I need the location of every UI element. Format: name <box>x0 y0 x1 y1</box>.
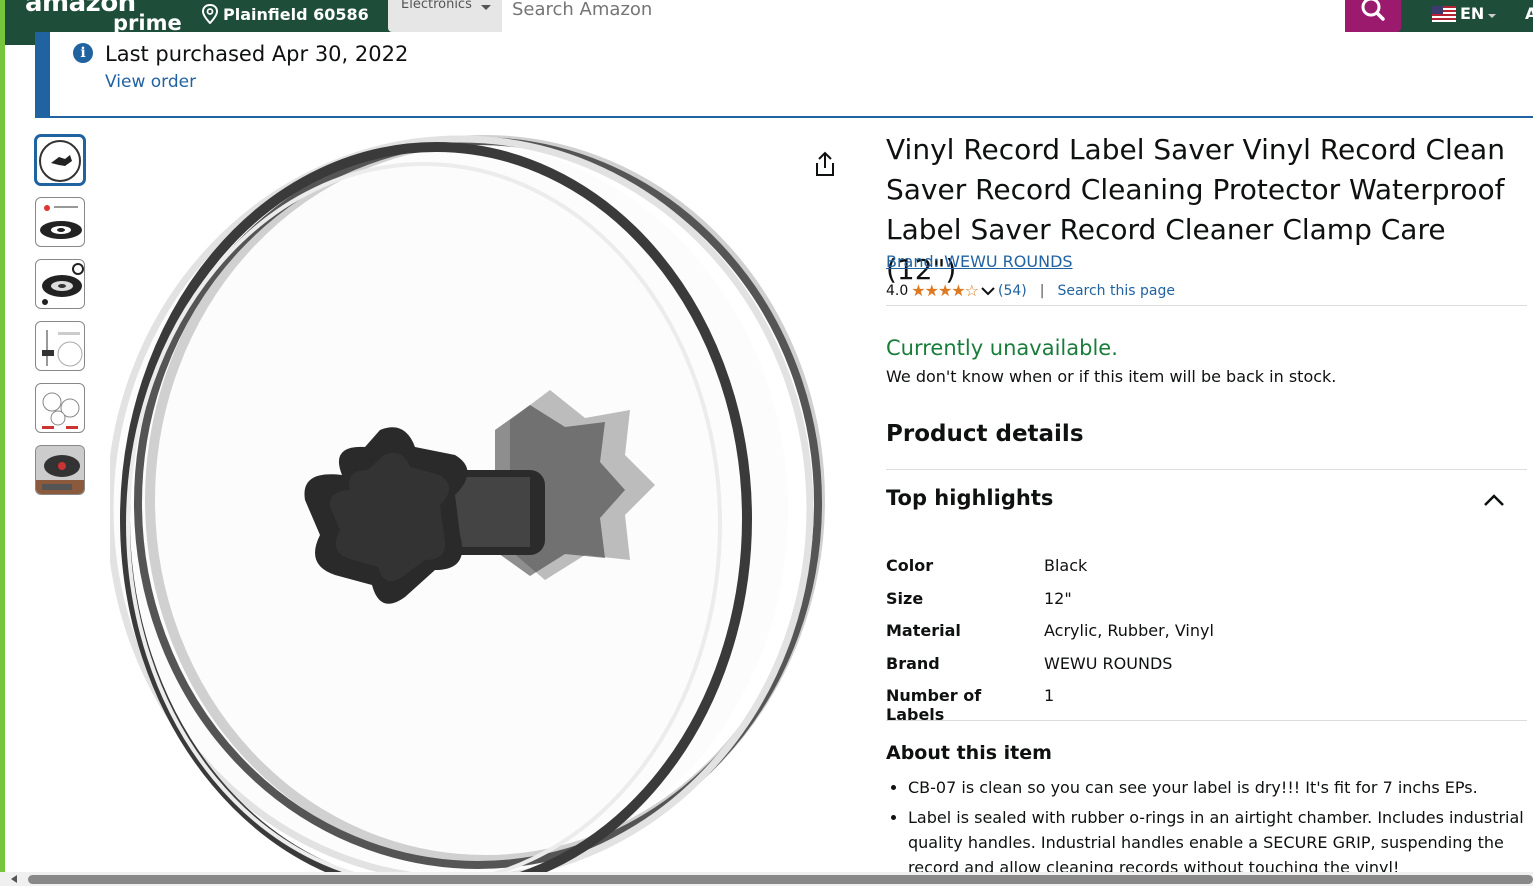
review-count-link[interactable]: (54) <box>998 283 1027 299</box>
thumbnail-5[interactable] <box>35 383 85 433</box>
location-text: Plainfield 60586 <box>223 4 369 24</box>
thumbnail-image <box>36 446 84 494</box>
share-button[interactable] <box>812 150 838 182</box>
rating-row: 4.0 ★★★★☆ (54) | Search this page <box>886 281 1175 300</box>
separator: | <box>1039 282 1045 299</box>
divider <box>886 469 1527 470</box>
thumbnail-image <box>42 330 83 367</box>
search-this-page-link[interactable]: Search this page <box>1057 283 1175 299</box>
spec-key: Size <box>886 588 924 608</box>
spec-key: Color <box>886 556 934 575</box>
last-purchased-banner: i Last purchased Apr 30, 2022 View order <box>35 32 1533 118</box>
thumbnail-2[interactable] <box>35 197 85 247</box>
chevron-down-icon[interactable] <box>981 286 995 296</box>
about-this-item-heading: About this item <box>886 742 1052 764</box>
thumbnail-image <box>40 205 82 239</box>
scroll-left-icon[interactable] <box>11 875 17 883</box>
spec-key: Material <box>886 621 961 640</box>
spec-value: Black <box>1044 556 1088 575</box>
label-saver-image <box>106 135 825 886</box>
divider <box>886 720 1527 721</box>
search-box <box>502 0 1345 32</box>
spec-table: Color Black Size 12" Material Acrylic, Rubb… <box>886 556 1214 724</box>
last-purchased-text: Last purchased Apr 30, 2022 <box>105 42 409 66</box>
list-item: Label is sealed with rubber o-rings in a… <box>908 805 1533 880</box>
list-item: CB-07 is clean so you can see your label… <box>908 775 1533 800</box>
logo-sub: prime <box>113 11 182 35</box>
availability-status: Currently unavailable. <box>886 336 1118 360</box>
star-rating-icon[interactable]: ★★★★☆ <box>911 281 979 300</box>
language-selector[interactable]: EN <box>1432 4 1497 23</box>
spec-key: Number of Labels <box>886 686 982 724</box>
thumbnail-6[interactable] <box>35 445 85 495</box>
spec-row: Material Acrylic, Rubber, Vinyl <box>886 621 1214 654</box>
window-edge <box>0 0 5 886</box>
stock-note: We don't know when or if this item will … <box>886 367 1337 386</box>
divider <box>886 305 1527 306</box>
language-label: EN <box>1460 4 1485 23</box>
spec-row: Color Black <box>886 556 1214 589</box>
thumbnail-image <box>42 392 80 429</box>
thumbnail-4[interactable] <box>35 321 85 371</box>
view-order-link[interactable]: View order <box>105 72 196 92</box>
category-dropdown[interactable]: Electronics <box>388 0 502 32</box>
scrollbar-thumb[interactable] <box>28 875 1533 884</box>
caret-down-icon <box>481 5 491 10</box>
product-main-image[interactable] <box>106 125 850 886</box>
delivery-location[interactable]: Plainfield 60586 <box>201 4 369 24</box>
share-icon <box>816 151 834 176</box>
horizontal-scrollbar[interactable] <box>0 872 1533 886</box>
spec-value: WEWU ROUNDS <box>1044 653 1173 673</box>
caret-down-icon <box>1488 13 1497 18</box>
spec-value: 12" <box>1044 588 1072 608</box>
spec-key: Brand <box>886 653 940 673</box>
about-bullets: CB-07 is clean so you can see your label… <box>886 775 1533 885</box>
search-input[interactable] <box>502 0 1342 22</box>
thumbnail-image <box>39 140 81 182</box>
spec-value: Acrylic, Rubber, Vinyl <box>1044 621 1214 640</box>
chevron-up-icon[interactable] <box>1482 488 1506 512</box>
image-thumbnails <box>35 135 85 507</box>
search-icon <box>1361 0 1385 21</box>
account-menu[interactable]: A <box>1525 4 1533 23</box>
search-bar: Electronics <box>388 0 1401 32</box>
product-details-heading: Product details <box>886 421 1084 447</box>
info-icon: i <box>73 43 93 63</box>
rating-value: 4.0 <box>886 282 909 299</box>
thumbnail-3[interactable] <box>35 259 85 309</box>
us-flag-icon <box>1432 5 1456 22</box>
search-button[interactable] <box>1345 0 1401 32</box>
spec-value: 1 <box>1044 686 1055 705</box>
thumbnail-image <box>42 263 84 305</box>
amazon-prime-logo[interactable]: amazon prime <box>25 0 182 34</box>
brand-link[interactable]: Brand: WEWU ROUNDS <box>886 252 1073 271</box>
location-pin-icon <box>201 4 219 24</box>
category-label: Electronics <box>401 0 472 12</box>
spec-row: Number of Labels 1 <box>886 686 1214 724</box>
thumbnail-1[interactable] <box>35 135 85 185</box>
spec-row: Brand WEWU ROUNDS <box>886 654 1214 687</box>
spec-row: Size 12" <box>886 589 1214 622</box>
top-highlights-heading[interactable]: Top highlights <box>886 486 1053 510</box>
